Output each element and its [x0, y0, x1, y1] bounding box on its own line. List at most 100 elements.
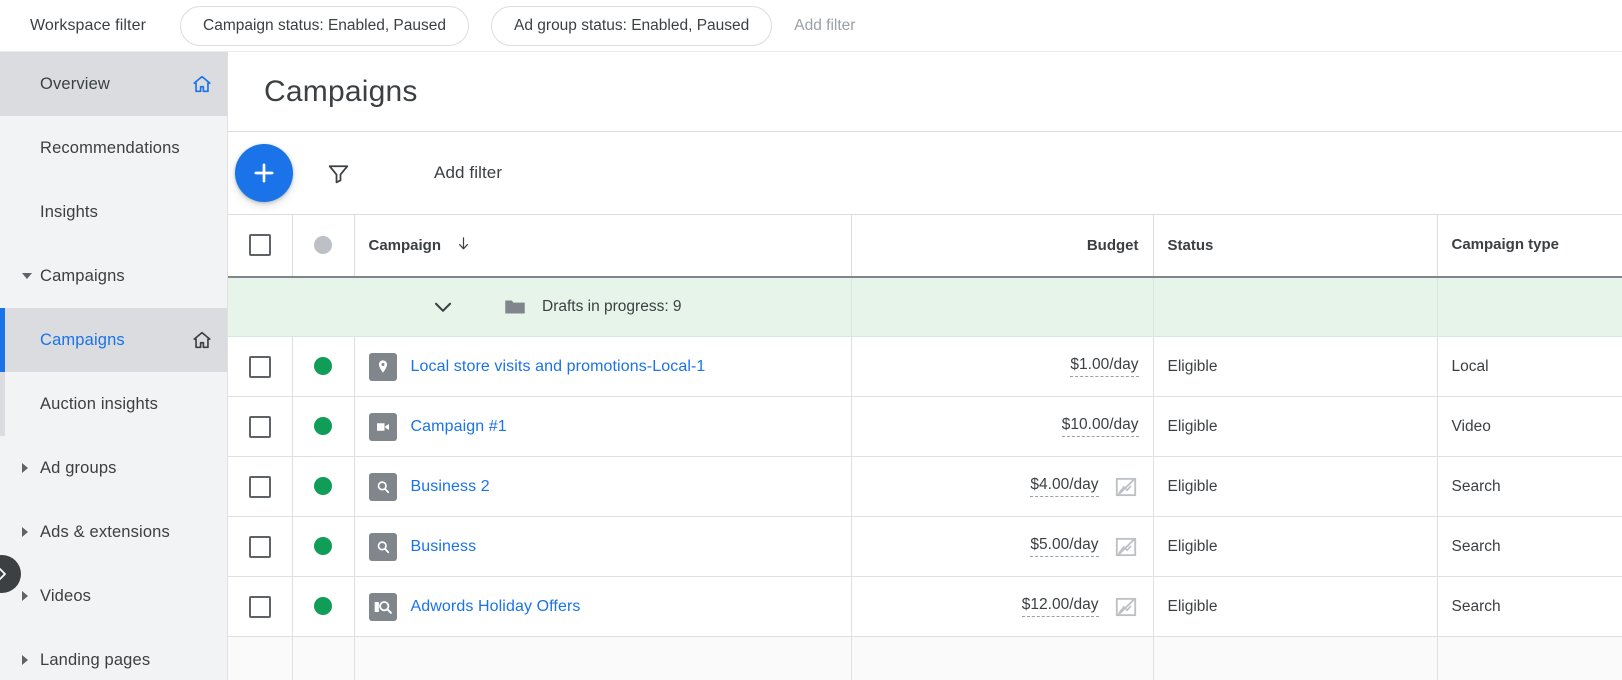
sidebar-group-campaigns[interactable]: Campaigns — [0, 244, 227, 308]
campaigns-table: Campaign Budget Status Campaign type — [228, 214, 1622, 680]
row-checkbox[interactable] — [249, 596, 271, 618]
filter-button[interactable] — [326, 161, 351, 191]
row-checkbox[interactable] — [249, 476, 271, 498]
row-budget-cell: $10.00/day — [851, 397, 1153, 457]
row-status-dot-cell — [292, 577, 354, 637]
sidebar-item-label: Campaigns — [40, 267, 125, 286]
table-body: Drafts in progress: 9 — [228, 277, 1622, 680]
column-header-status[interactable]: Status — [1153, 215, 1437, 277]
row-campaign-name-cell: Local store visits and promotions-Local-… — [354, 337, 851, 397]
status-enabled-dot-icon[interactable] — [314, 417, 332, 435]
status-enabled-dot-icon[interactable] — [314, 537, 332, 555]
sidebar-item-label: Insights — [40, 203, 98, 222]
sidebar-item-auction-insights[interactable]: Auction insights — [0, 372, 227, 436]
campaign-name-link[interactable]: Business — [411, 538, 477, 556]
sidebar-item-label: Ad groups — [40, 459, 117, 478]
row-status-dot-cell — [292, 397, 354, 457]
table-row[interactable]: Business 2 $4.00/day Eligible Search — [228, 457, 1622, 517]
campaign-name-link[interactable]: Business 2 — [411, 478, 490, 496]
sidebar-item-label: Landing pages — [40, 651, 150, 670]
campaign-name-link[interactable]: Local store visits and promotions-Local-… — [411, 358, 706, 376]
chevron-down-icon[interactable] — [22, 273, 32, 279]
sidebar-item-overview[interactable]: Overview — [0, 52, 227, 116]
drafts-budget-cell — [851, 277, 1153, 337]
table-row[interactable]: Local store visits and promotions-Local-… — [228, 337, 1622, 397]
row-checkbox[interactable] — [249, 536, 271, 558]
sidebar-item-label: Videos — [40, 587, 91, 606]
chevron-right-icon[interactable] — [22, 591, 28, 601]
select-all-checkbox[interactable] — [249, 234, 271, 256]
video-camera-icon — [369, 413, 397, 441]
drafts-checkbox-cell — [228, 277, 292, 337]
arrow-down-icon[interactable] — [455, 235, 472, 256]
budget-value[interactable]: $4.00/day — [1030, 476, 1098, 497]
budget-value[interactable]: $5.00/day — [1030, 536, 1098, 557]
chevron-down-icon[interactable] — [430, 294, 456, 320]
sidebar-item-label: Campaigns — [40, 331, 125, 350]
budget-value[interactable]: $1.00/day — [1070, 356, 1138, 377]
column-header-campaign-type[interactable]: Campaign type — [1437, 215, 1622, 277]
sidebar-group-ad-groups[interactable]: Ad groups — [0, 436, 227, 500]
budget-value[interactable]: $12.00/day — [1022, 596, 1099, 617]
drafts-status-cell — [292, 277, 354, 337]
partial-cell — [228, 637, 292, 680]
chevron-right-icon[interactable] — [22, 527, 28, 537]
status-enabled-dot-icon[interactable] — [314, 357, 332, 375]
status-enabled-dot-icon[interactable] — [314, 477, 332, 495]
sidebar-item-recommendations[interactable]: Recommendations — [0, 116, 227, 180]
sidebar-group-ads-extensions[interactable]: Ads & extensions — [0, 500, 227, 564]
search-magnifier-icon — [369, 473, 397, 501]
sidebar-item-campaigns[interactable]: Campaigns — [0, 308, 227, 372]
row-status-cell: Eligible — [1153, 337, 1437, 397]
workspace-filter-label: Workspace filter — [30, 17, 146, 35]
chevron-right-icon[interactable] — [22, 655, 28, 665]
partial-cell — [1437, 637, 1622, 680]
table-row[interactable]: Campaign #1 $10.00/day Eligible Video — [228, 397, 1622, 457]
row-budget-cell: $12.00/day — [851, 577, 1153, 637]
sidebar-group-videos[interactable]: Videos — [0, 564, 227, 628]
column-header-budget[interactable]: Budget — [851, 215, 1153, 277]
drafts-label: Drafts in progress: 9 — [542, 298, 682, 316]
row-campaign-type-cell: Search — [1437, 517, 1622, 577]
row-checkbox-cell — [228, 517, 292, 577]
table-header-row: Campaign Budget Status Campaign type — [228, 215, 1622, 277]
no-data-chart-icon[interactable] — [1113, 594, 1139, 620]
add-filter-top-link[interactable]: Add filter — [794, 17, 855, 35]
row-status-dot-cell — [292, 517, 354, 577]
row-campaign-type-cell: Search — [1437, 577, 1622, 637]
status-dot-header — [292, 215, 354, 277]
sub-group-rail — [0, 372, 5, 436]
row-checkbox[interactable] — [249, 416, 271, 438]
drafts-in-progress-row[interactable]: Drafts in progress: 9 — [228, 277, 1622, 337]
page-header: Campaigns — [228, 52, 1622, 132]
sidebar-group-landing-pages[interactable]: Landing pages — [0, 628, 227, 680]
chevron-right-icon — [0, 565, 11, 583]
row-checkbox-cell — [228, 337, 292, 397]
row-budget-cell: $4.00/day — [851, 457, 1153, 517]
campaign-name-link[interactable]: Campaign #1 — [411, 418, 507, 436]
filter-chip-campaign-status[interactable]: Campaign status: Enabled, Paused — [180, 6, 469, 46]
status-enabled-dot-icon[interactable] — [314, 597, 332, 615]
campaign-name-link[interactable]: Adwords Holiday Offers — [411, 598, 581, 616]
add-filter-button[interactable]: Add filter — [434, 163, 502, 183]
sidebar-item-insights[interactable]: Insights — [0, 180, 227, 244]
table-row[interactable]: Adwords Holiday Offers $12.00/day Eligib… — [228, 577, 1622, 637]
row-budget-cell: $1.00/day — [851, 337, 1153, 397]
no-data-chart-icon[interactable] — [1113, 474, 1139, 500]
select-all-header — [228, 215, 292, 277]
row-checkbox-cell — [228, 397, 292, 457]
row-campaign-type-cell: Search — [1437, 457, 1622, 517]
sidebar-item-label: Auction insights — [40, 395, 158, 414]
filter-chip-ad-group-status[interactable]: Ad group status: Enabled, Paused — [491, 6, 772, 46]
chevron-right-icon[interactable] — [22, 463, 28, 473]
column-header-campaign[interactable]: Campaign — [354, 215, 851, 277]
budget-value[interactable]: $10.00/day — [1062, 416, 1139, 437]
location-pin-icon — [369, 353, 397, 381]
row-status-cell: Eligible — [1153, 517, 1437, 577]
row-checkbox[interactable] — [249, 356, 271, 378]
row-budget-cell: $5.00/day — [851, 517, 1153, 577]
no-data-chart-icon[interactable] — [1113, 534, 1139, 560]
new-campaign-button[interactable] — [235, 144, 293, 202]
table-row[interactable]: Business $5.00/day Eligible Search — [228, 517, 1622, 577]
status-dot-icon — [314, 236, 332, 254]
